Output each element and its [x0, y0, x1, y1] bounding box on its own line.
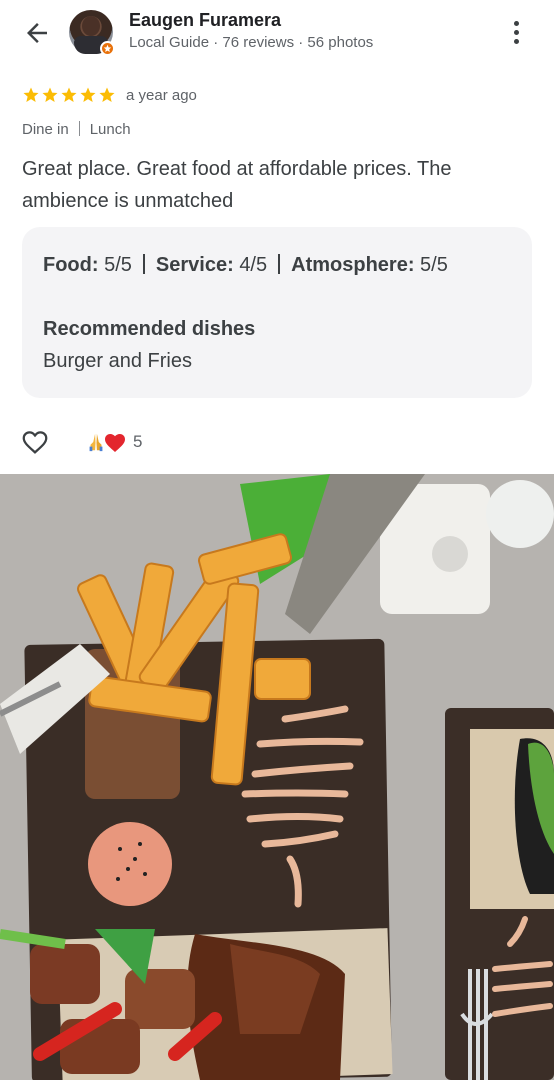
service-score: 4/5	[239, 254, 268, 276]
tag-dine-in: Dine in	[22, 121, 69, 138]
review-actions: 5	[20, 426, 142, 458]
star-icon	[42, 87, 58, 102]
food-score: 5/5	[104, 254, 132, 276]
star-icon	[80, 87, 96, 102]
visit-tags: Dine in Lunch	[22, 121, 131, 138]
reaction-count: 5	[133, 432, 143, 451]
atmosphere-score: 5/5	[420, 254, 448, 276]
star-rating	[22, 86, 116, 104]
recommended-dishes-title: Recommended dishes	[43, 318, 256, 340]
star-icon	[61, 87, 77, 102]
score-divider	[278, 254, 281, 274]
avatar-face	[82, 16, 100, 36]
score-divider	[142, 254, 145, 274]
reactions-summary[interactable]: 5	[85, 431, 142, 453]
review-header: Eaugen Furamera Local Guide · 76 reviews…	[0, 0, 554, 68]
red-heart-icon	[105, 434, 125, 452]
local-guide-badge-icon	[100, 41, 115, 56]
star-icon	[99, 87, 115, 102]
review-details-card: Food: 5/5 Service: 4/5 Atmosphere: 5/5 Rec…	[22, 227, 532, 398]
back-arrow-icon[interactable]	[22, 18, 52, 48]
service-label: Service:	[155, 254, 234, 276]
reviewer-meta: Local Guide · 76 reviews · 56 photos	[129, 34, 374, 51]
more-options-icon[interactable]	[504, 18, 528, 48]
score-breakdown: Food: 5/5 Service: 4/5 Atmosphere: 5/5	[43, 254, 448, 277]
star-icon	[23, 87, 39, 102]
food-label: Food:	[43, 254, 99, 276]
review-time: a year ago	[126, 86, 197, 104]
atmosphere-label: Atmosphere:	[291, 254, 415, 276]
review-rating: a year ago	[22, 84, 197, 106]
review-text: Great place. Great food at affordable pr…	[22, 158, 452, 212]
review-photo[interactable]	[0, 474, 554, 1080]
tag-meal: Lunch	[89, 121, 131, 138]
heart-outline-icon[interactable]	[20, 427, 50, 457]
tag-divider	[78, 121, 80, 136]
reviewer-avatar[interactable]	[69, 10, 115, 56]
reviewer-name[interactable]: Eaugen Furamera	[129, 10, 281, 31]
food-photo-image	[0, 474, 554, 1080]
recommended-dishes-value: Burger and Fries	[43, 350, 192, 372]
